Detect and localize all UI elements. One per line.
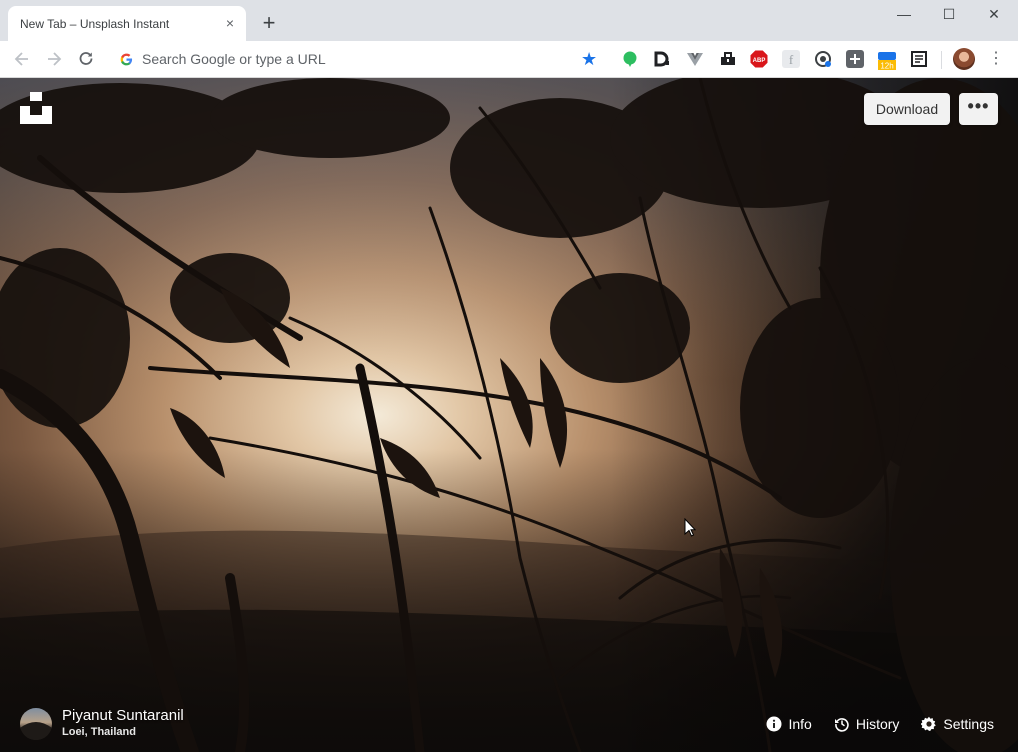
sunset-grass-photo: [0, 78, 1018, 752]
toolbox-extension-icon[interactable]: [719, 50, 737, 68]
info-button[interactable]: Info: [766, 714, 812, 734]
omnibox[interactable]: ★: [108, 44, 612, 74]
tab-active[interactable]: New Tab – Unsplash Instant ×: [8, 6, 246, 41]
new-tab-button[interactable]: +: [258, 12, 280, 34]
unsplash-background-photo: Download ••• Piyanut Suntaranil Loei, Th…: [0, 78, 1018, 752]
unsplash-logo[interactable]: [20, 92, 52, 124]
address-input[interactable]: [142, 50, 572, 68]
reload-icon[interactable]: [76, 49, 96, 69]
photographer-avatar[interactable]: [20, 708, 52, 740]
settings-label: Settings: [943, 716, 994, 732]
reader-extension-icon[interactable]: [910, 50, 928, 68]
info-label: Info: [788, 716, 812, 732]
close-window-button[interactable]: ✕: [979, 4, 1009, 24]
history-label: History: [855, 716, 900, 732]
browser-toolbar: ★ ABP f 12h ⋮: [0, 41, 1018, 78]
gear-icon: [921, 716, 937, 731]
tab-close-icon[interactable]: ×: [222, 15, 238, 31]
download-button[interactable]: Download: [864, 93, 950, 125]
mouse-cursor-icon: [684, 518, 696, 537]
back-arrow-icon[interactable]: [12, 49, 32, 69]
google-g-icon: [120, 53, 133, 66]
more-options-button[interactable]: •••: [959, 93, 998, 125]
history-button[interactable]: History: [834, 714, 900, 734]
bottom-actions: Info History Settings: [766, 714, 994, 734]
svg-text:f: f: [789, 52, 794, 67]
minimize-button[interactable]: —: [889, 4, 919, 24]
font-extension-icon[interactable]: f: [782, 50, 800, 68]
tab-title: New Tab – Unsplash Instant: [20, 17, 170, 31]
tab-strip: New Tab – Unsplash Instant × + — ☐ ✕: [0, 0, 1018, 41]
info-icon: [766, 716, 782, 732]
settings-button[interactable]: Settings: [921, 714, 994, 734]
adblock-plus-extension-icon[interactable]: ABP: [750, 50, 768, 68]
dashlane-extension-icon[interactable]: [653, 50, 671, 68]
bookmark-star-icon[interactable]: ★: [581, 49, 597, 69]
profile-avatar[interactable]: [953, 48, 975, 70]
clock-extension-icon[interactable]: 12h: [877, 50, 896, 71]
plus-extension-icon[interactable]: [846, 50, 864, 68]
svg-text:12h: 12h: [880, 62, 893, 71]
photo-location: Loei, Thailand: [62, 726, 136, 738]
maximize-button[interactable]: ☐: [934, 4, 964, 24]
toolbar-separator: [941, 51, 942, 69]
history-icon: [834, 718, 849, 732]
svg-text:ABP: ABP: [753, 58, 766, 64]
photographer-name[interactable]: Piyanut Suntaranil: [62, 707, 184, 724]
vue-devtools-extension-icon[interactable]: [686, 50, 704, 68]
evernote-extension-icon[interactable]: [621, 50, 639, 68]
forward-arrow-icon[interactable]: [44, 49, 64, 69]
password-manager-extension-icon[interactable]: [814, 50, 832, 68]
chrome-menu-icon[interactable]: ⋮: [986, 49, 1006, 69]
